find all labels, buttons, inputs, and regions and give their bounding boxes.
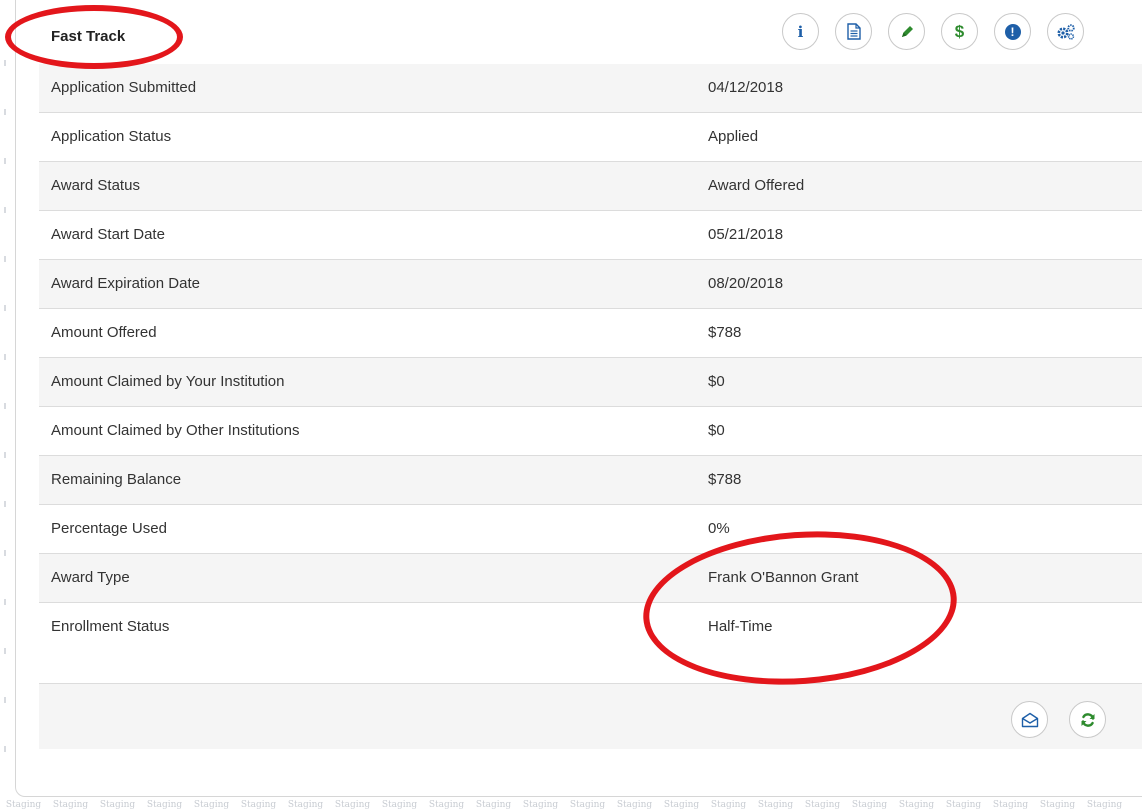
table-row: Enrollment Status Half-Time — [39, 603, 1142, 651]
document-button[interactable] — [835, 13, 872, 50]
watermark-text: Staging — [193, 800, 230, 810]
row-value: $0 — [708, 373, 725, 390]
watermark-text: Staging — [804, 800, 841, 810]
alert-button[interactable]: ! — [994, 13, 1031, 50]
row-value: Frank O'Bannon Grant — [708, 569, 859, 586]
table-row: Amount Claimed by Your Institution $0 — [39, 358, 1142, 407]
table-row: Award Status Award Offered — [39, 162, 1142, 211]
watermark-text: Staging — [52, 800, 89, 810]
row-label: Percentage Used — [51, 520, 167, 537]
watermark-text: Staging — [522, 800, 559, 810]
table-row: Remaining Balance $788 — [39, 456, 1142, 505]
table-row: Amount Claimed by Other Institutions $0 — [39, 407, 1142, 456]
watermark-text: Staging — [475, 800, 512, 810]
row-value: 0% — [708, 520, 730, 537]
watermark-text: Staging — [99, 800, 136, 810]
panel-toolbar: i $ ! — [782, 13, 1084, 50]
left-tick-decoration — [4, 60, 6, 760]
watermark-text: Staging — [663, 800, 700, 810]
pencil-icon — [901, 25, 913, 37]
info-button[interactable]: i — [782, 13, 819, 50]
watermark-text: Staging — [1039, 800, 1076, 810]
panel-footer — [39, 683, 1142, 749]
row-value: 04/12/2018 — [708, 79, 784, 96]
watermark-text: Staging — [945, 800, 982, 810]
row-value: $788 — [708, 324, 742, 341]
row-label: Award Status — [51, 177, 140, 194]
message-button[interactable] — [1011, 701, 1048, 738]
row-value: Half-Time — [708, 618, 773, 635]
settings-icon — [1057, 23, 1075, 40]
row-label: Enrollment Status — [51, 618, 170, 635]
panel-title: Fast Track — [51, 28, 126, 45]
watermark-text: Staging — [428, 800, 465, 810]
row-value: $0 — [708, 422, 725, 439]
row-label: Application Submitted — [51, 79, 197, 96]
row-label: Amount Claimed by Other Institutions — [51, 422, 300, 439]
table-row: Percentage Used 0% — [39, 505, 1142, 554]
table-row: Award Expiration Date 08/20/2018 — [39, 260, 1142, 309]
watermark-text: Staging — [146, 800, 183, 810]
table-row: Application Submitted 04/12/2018 — [39, 64, 1142, 113]
row-label: Award Start Date — [51, 226, 165, 243]
edit-button[interactable] — [888, 13, 925, 50]
settings-button[interactable] — [1047, 13, 1084, 50]
watermark-text: Staging — [616, 800, 653, 810]
dollar-icon: $ — [954, 21, 965, 41]
info-icon: i — [797, 22, 804, 41]
watermark-text: Staging — [381, 800, 418, 810]
refresh-button[interactable] — [1069, 701, 1106, 738]
table-row: Award Type Frank O'Bannon Grant — [39, 554, 1142, 603]
row-label: Award Type — [51, 569, 130, 586]
row-label: Award Expiration Date — [51, 275, 200, 292]
watermark-text: Staging — [569, 800, 606, 810]
watermark-text: Staging — [710, 800, 747, 810]
row-value: 08/20/2018 — [708, 275, 784, 292]
table-row: Award Start Date 05/21/2018 — [39, 211, 1142, 260]
table-row: Application Status Applied — [39, 113, 1142, 162]
row-label: Amount Claimed by Your Institution — [51, 373, 285, 390]
watermark-text: Staging — [334, 800, 371, 810]
panel-header: Fast Track i $ ! — [39, 0, 1142, 65]
row-value: Applied — [708, 128, 759, 145]
refresh-icon — [1081, 712, 1094, 727]
watermark-text: Staging — [240, 800, 277, 810]
payment-button[interactable]: $ — [941, 13, 978, 50]
row-label: Remaining Balance — [51, 471, 182, 488]
alert-icon: ! — [1004, 23, 1021, 40]
award-details-table: Application Submitted 04/12/2018 Applica… — [39, 64, 1142, 651]
watermark-text: Staging — [287, 800, 324, 810]
row-value: Award Offered — [708, 177, 805, 194]
row-value: $788 — [708, 471, 742, 488]
row-value: 05/21/2018 — [708, 226, 784, 243]
watermark-text: Staging — [757, 800, 794, 810]
row-label: Amount Offered — [51, 324, 157, 341]
row-label: Application Status — [51, 128, 172, 145]
document-icon — [846, 23, 861, 40]
watermark-text: Staging — [1086, 800, 1123, 810]
watermark-text: Staging — [5, 800, 42, 810]
watermark-text: Staging — [898, 800, 935, 810]
table-row: Amount Offered $788 — [39, 309, 1142, 358]
envelope-open-icon — [1021, 712, 1038, 727]
watermark-text: Staging — [851, 800, 888, 810]
watermark-text: Staging — [992, 800, 1029, 810]
staging-watermark: Staging Staging Staging Staging Staging … — [0, 798, 1142, 812]
